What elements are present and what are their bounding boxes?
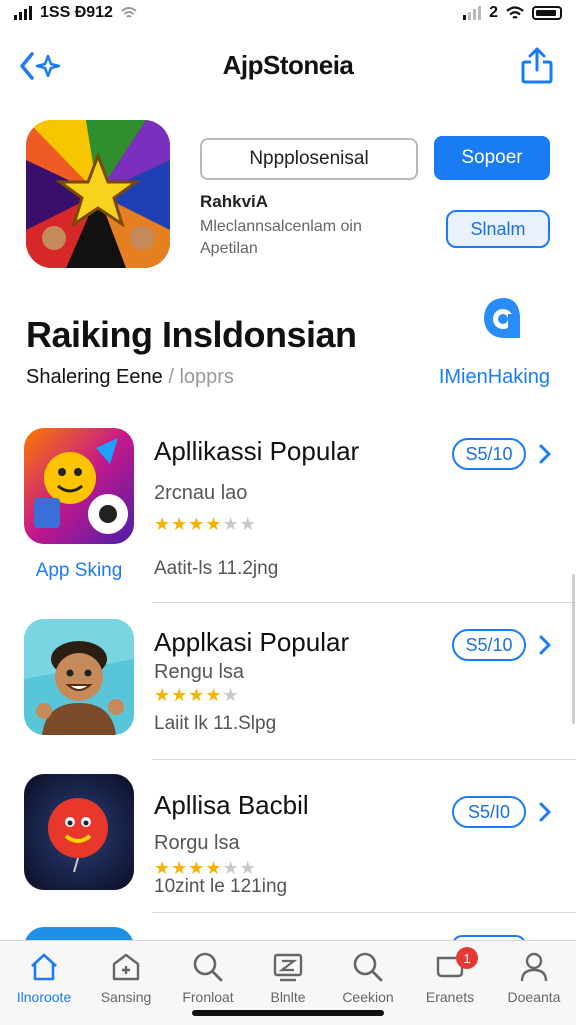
tab-label: Ceekion [342,989,394,1005]
share-icon [521,47,553,84]
share-button[interactable] [520,46,554,91]
app-name: Applkasi Popular [154,627,350,657]
get-button[interactable]: Sopoer [434,136,550,180]
pill-button[interactable]: Slnalm [446,210,550,248]
chevron-right-icon[interactable] [538,800,552,829]
chevron-right-icon[interactable] [538,442,552,471]
status-right-text: 2 [489,4,498,21]
tab-updates[interactable]: 1 Eranets [410,947,490,1005]
list-item[interactable]: App Sking Apllikassi Popular 2rcnau lao … [0,412,576,602]
wifi-icon [506,6,524,19]
section-title: Raiking Insldonsian [26,314,357,355]
battery-icon [532,6,562,20]
tab-label: Eranets [425,989,475,1005]
see-all-link[interactable]: IMienHaking [439,366,550,389]
price-button[interactable]: S5/10 [452,629,526,661]
app-description: Mleclannsalcenlam oin Apetilan [200,216,420,260]
home-icon [31,953,57,981]
navigation-bar: AjpStoneia [0,40,576,94]
tab-home[interactable]: Ilnoroote [4,947,84,1005]
app-name: Apllikassi Popular [154,436,360,466]
install-button[interactable]: Nppplosenisal [200,138,418,180]
chart-icon [273,953,303,982]
app-caption[interactable]: App Sking [24,560,134,582]
app-meta: Laiit lk 11.Slpg [154,713,277,734]
app-category: 2rcnau lao [154,482,248,504]
section-subtitle: Shalering Eene / lopprs [26,366,234,389]
search-icon [193,952,223,982]
price-button[interactable]: S5/10 [452,438,526,470]
description-line: Apetilan [200,240,258,257]
developer-name: RahkviA [200,192,269,211]
featured-app-icon[interactable] [26,120,170,268]
app-icon[interactable] [24,428,134,544]
description-line: Mleclannsalcenlam oin [200,218,362,235]
page-title: AjpStoneia [222,50,354,80]
app-meta: Aatit-ls 11.2jng [154,558,279,579]
star-rating: ★★★★★ [154,685,240,705]
store-icon [112,953,140,981]
chevron-right-icon[interactable] [538,633,552,662]
home-indicator [192,1010,384,1016]
app-icon[interactable] [24,619,134,735]
scrollbar[interactable] [572,574,575,724]
star-rating: ★★★★★★ [154,514,257,534]
app-category: Rengu lsa [154,661,245,683]
subtitle-main: Shalering Eene [26,366,163,388]
account-icon [520,952,548,982]
list-item[interactable]: Applkasi Popular Rengu lsa ★★★★★ Laiit l… [0,603,576,759]
tab-label: Blnlte [270,989,306,1005]
tab-label: Fronloat [182,989,234,1005]
search-icon [353,952,383,982]
notification-badge: 1 [456,947,478,969]
tab-label: Sansing [100,989,152,1005]
app-category: Rorgu lsa [154,832,240,854]
app-icon[interactable] [24,774,134,890]
tab-account[interactable]: Doeanta [494,947,574,1005]
assistant-logo-icon[interactable] [480,292,528,353]
app-meta: 10zint le 121ing [154,876,288,897]
list-item-partial[interactable] [0,913,576,947]
featured-app: Nppplosenisal Sopoer RahkviA Mleclannsal… [0,108,576,288]
subtitle-muted: lopprs [179,366,234,388]
signal-icon [14,6,32,20]
tab-label: Doeanta [507,989,561,1005]
app-name: Apllisa Bacbil [154,790,309,820]
status-time: 1SS Ð912 [40,4,113,21]
price-button[interactable]: S5/I0 [452,796,526,828]
tab-store[interactable]: Sansing [86,947,166,1005]
subtitle-separator: / [162,366,180,388]
ranking-section-header: Raiking Insldonsian Shalering Eene / lop… [0,298,576,410]
tab-label: Ilnoroote [16,989,72,1005]
list-item[interactable]: Apllisa Bacbil Rorgu lsa ★★★★★★ 10zint l… [0,760,576,912]
signal-strength-icon [463,6,482,20]
tab-collection[interactable]: Ceekion [328,947,408,1005]
wifi-icon [121,7,137,18]
status-bar: 1SS Ð912 2 [0,0,576,30]
app-list: App Sking Apllikassi Popular 2rcnau lao … [0,412,576,947]
tab-charts[interactable]: Blnlte [248,947,328,1005]
tab-search[interactable]: Fronloat [168,947,248,1005]
